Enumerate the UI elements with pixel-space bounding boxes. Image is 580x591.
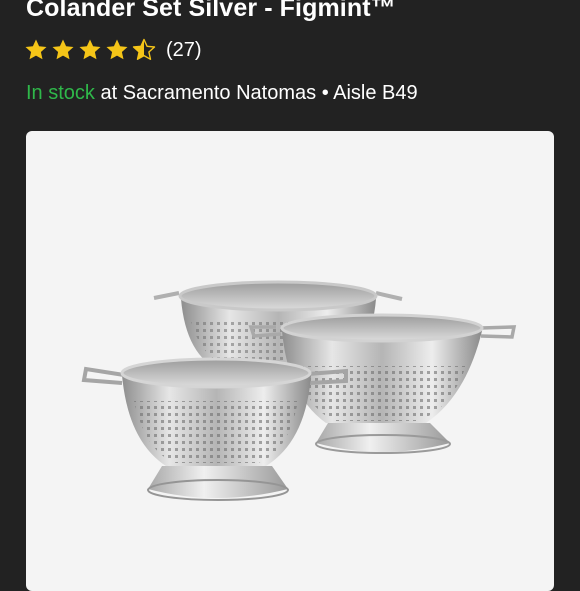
product-title: Colander Set Silver - Figmint™ (26, 0, 396, 22)
star-icon (106, 39, 128, 60)
stock-status: In stock (26, 82, 95, 104)
half-star-icon (132, 38, 156, 60)
star-icon (52, 39, 74, 60)
stock-info: In stock at Sacramento Natomas • Aisle B… (26, 79, 418, 107)
colander-front (81, 357, 348, 501)
store-aisle-info[interactable]: at Sacramento Natomas • Aisle B49 (100, 82, 417, 104)
rating-row[interactable]: (27) (24, 36, 202, 64)
star-icon (25, 39, 47, 60)
product-image[interactable] (26, 131, 554, 591)
star-rating (24, 38, 156, 62)
star-icon (79, 39, 101, 60)
colander-set-image (81, 280, 517, 501)
review-count[interactable]: (27) (166, 39, 202, 62)
